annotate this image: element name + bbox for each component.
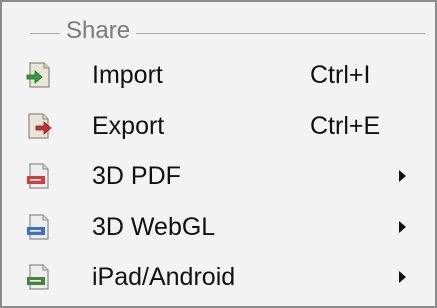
- menu-item-export[interactable]: Export Ctrl+E: [2, 103, 435, 151]
- pdf-file-icon: [24, 161, 54, 191]
- submenu-arrow-icon: [399, 271, 406, 283]
- share-section-title: Share: [66, 17, 131, 44]
- share-menu: Share Import Ctrl+I Export Ctrl+E 3D PDF…: [0, 0, 437, 308]
- menu-item-3d-pdf[interactable]: 3D PDF: [2, 153, 435, 201]
- menu-item-label: Import: [92, 61, 163, 89]
- webgl-file-icon: [24, 212, 54, 242]
- export-icon: [24, 111, 54, 141]
- submenu-arrow-icon: [399, 170, 406, 182]
- mobile-file-icon: [24, 262, 54, 292]
- submenu-arrow-icon: [399, 221, 406, 233]
- menu-item-ipad-android[interactable]: iPad/Android: [2, 254, 435, 302]
- menu-item-shortcut: Ctrl+I: [310, 61, 371, 89]
- menu-item-shortcut: Ctrl+E: [310, 112, 381, 140]
- header-divider-right: [136, 33, 425, 34]
- menu-item-3d-webgl[interactable]: 3D WebGL: [2, 204, 435, 252]
- menu-item-label: Export: [92, 112, 165, 140]
- menu-item-label: 3D PDF: [92, 162, 181, 190]
- import-icon: [24, 60, 54, 90]
- header-divider-left: [30, 33, 60, 34]
- menu-item-import[interactable]: Import Ctrl+I: [2, 52, 435, 100]
- share-section-header: Share: [2, 2, 435, 56]
- menu-item-label: 3D WebGL: [92, 213, 216, 241]
- menu-item-label: iPad/Android: [92, 263, 236, 291]
